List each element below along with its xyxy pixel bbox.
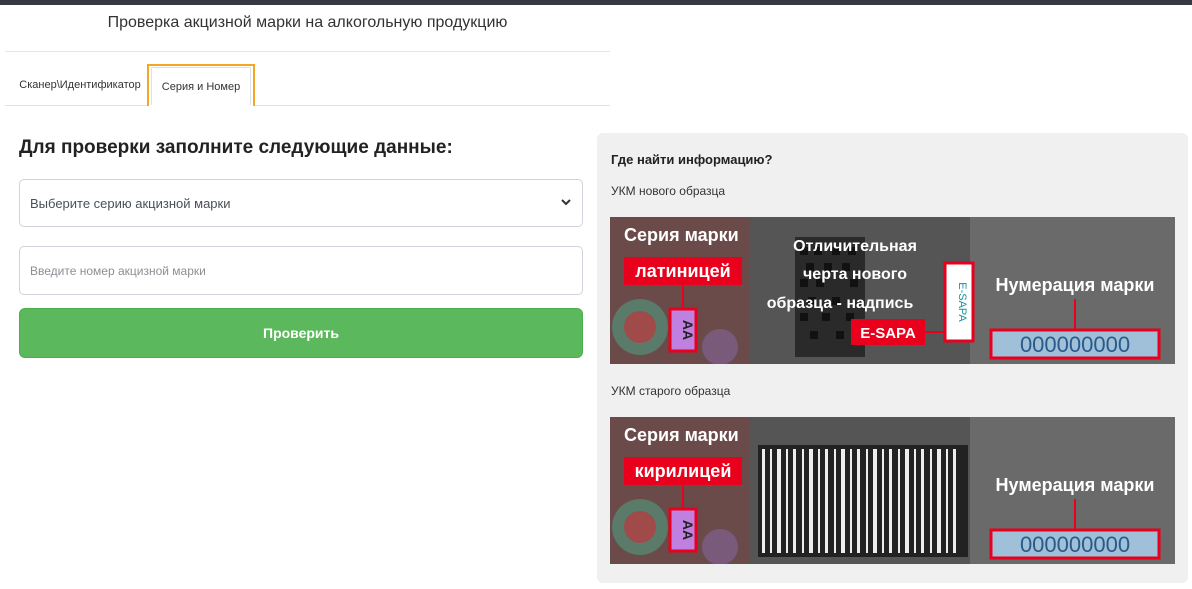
new-esapa-label: E-SAPA <box>860 325 916 342</box>
tab-bar: Сканер\Идентификатор Серия и Номер <box>5 64 610 106</box>
divider <box>5 51 610 52</box>
new-numbering-label: Нумерация марки <box>996 275 1155 295</box>
old-numbering-label: Нумерация марки <box>996 475 1155 495</box>
tab-scanner[interactable]: Сканер\Идентификатор <box>13 64 147 106</box>
series-select[interactable]: Выберите серию акцизной марки <box>19 179 583 227</box>
tab-series-number-label: Серия и Номер <box>151 67 251 105</box>
old-series-value: AA <box>680 520 696 540</box>
chevron-down-icon <box>560 195 572 211</box>
new-series-label-2: латиницей <box>635 261 730 281</box>
top-bar <box>0 0 1192 5</box>
number-input[interactable]: Введите номер акцизной марки <box>19 246 583 295</box>
page-title: Проверка акцизной марки на алкогольную п… <box>107 14 508 31</box>
new-distinct-2: черта нового <box>803 266 907 283</box>
number-input-placeholder: Введите номер акцизной марки <box>30 263 206 278</box>
check-button[interactable]: Проверить <box>19 308 583 358</box>
new-stamp-image: Серия марки латиницей AA Отличительная ч… <box>610 217 1175 364</box>
old-series-label-2: кирилицей <box>635 461 732 481</box>
info-title: Где найти информацию? <box>611 152 773 167</box>
form-heading: Для проверки заполните следующие данные: <box>19 137 453 158</box>
new-number-value: 000000000 <box>1020 332 1130 357</box>
new-series-value: AA <box>680 320 696 340</box>
new-vertical-esapa: E-SAPA <box>956 282 968 322</box>
tab-series-number[interactable]: Серия и Номер <box>147 64 255 106</box>
old-series-label-1: Серия марки <box>624 425 739 445</box>
series-select-value: Выберите серию акцизной марки <box>30 195 231 211</box>
new-distinct-1: Отличительная <box>793 238 917 255</box>
old-number-value: 000000000 <box>1020 532 1130 557</box>
new-distinct-3: образца - надпись <box>767 295 914 312</box>
old-stamp-caption: УКМ старого образца <box>611 384 731 398</box>
old-stamp-image: Серия марки кирилицей AA Нумерация марки… <box>610 417 1175 564</box>
new-stamp-caption: УКМ нового образца <box>611 184 726 198</box>
new-series-label-1: Серия марки <box>624 225 739 245</box>
info-panel: Где найти информацию? УКМ нового образца… <box>597 133 1188 583</box>
